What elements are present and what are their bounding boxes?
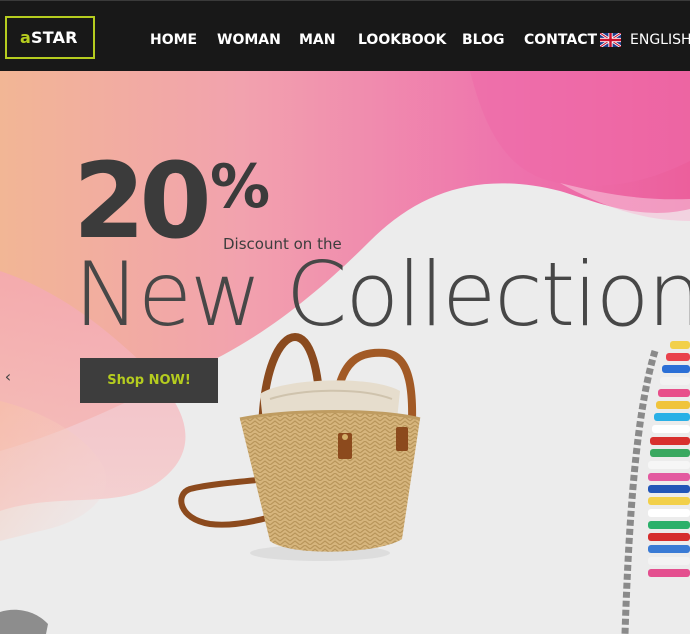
corner-product-image — [0, 609, 48, 634]
straw-bag-image — [178, 332, 421, 561]
nav-woman[interactable]: WOMAN — [217, 32, 281, 48]
nav-lookbook[interactable]: LOOKBOOK — [358, 32, 446, 48]
language-label: ENGLISH — [630, 32, 690, 48]
nav-home[interactable]: HOME — [150, 32, 197, 48]
logo-accent: a — [20, 28, 31, 47]
site-logo[interactable]: aSTAR — [5, 16, 95, 59]
beaded-bag-image — [621, 341, 690, 634]
nav-man[interactable]: MAN — [299, 32, 335, 48]
site-header: aSTAR HOME WOMAN MAN LOOKBOOK BLOG CONTA… — [0, 0, 690, 71]
hero-slider: 20 % Discount on the New Collection Shop… — [0, 71, 690, 634]
logo-text: STAR — [31, 28, 78, 47]
slider-prev-arrow[interactable]: ‹ — [2, 366, 14, 388]
discount-number: 20 — [73, 140, 212, 262]
nav-contact[interactable]: CONTACT — [524, 32, 597, 48]
percent-sign: % — [210, 152, 271, 222]
uk-flag-icon — [600, 33, 621, 47]
nav-blog[interactable]: BLOG — [462, 32, 505, 48]
